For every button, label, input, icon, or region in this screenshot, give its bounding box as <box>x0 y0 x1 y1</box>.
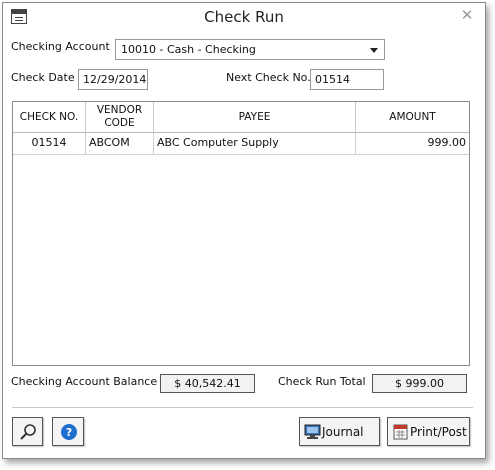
checks-table: CHECK NO. VENDOR CODE PAYEE AMOUNT 01514… <box>12 101 470 366</box>
cell-payee[interactable]: ABC Computer Supply <box>154 133 356 155</box>
checking-account-label: Checking Account <box>11 40 110 53</box>
check-run-window: Check Run ✕ Checking Account 10010 - Cas… <box>2 2 486 459</box>
calendar-icon <box>393 424 408 440</box>
cell-check-no[interactable]: 01514 <box>13 133 86 155</box>
column-header-amount[interactable]: AMOUNT <box>356 102 469 133</box>
help-icon: ? <box>61 424 77 440</box>
next-check-label: Next Check No. <box>226 71 311 84</box>
check-date-field[interactable]: 12/29/2014 <box>78 69 148 90</box>
title-bar: Check Run ✕ <box>3 3 485 31</box>
column-header-payee[interactable]: PAYEE <box>154 102 356 133</box>
divider <box>12 407 473 408</box>
balance-value: $ 40,542.41 <box>160 374 255 393</box>
help-button[interactable]: ? <box>52 417 84 446</box>
close-icon[interactable]: ✕ <box>459 7 475 23</box>
next-check-field[interactable]: 01514 <box>310 69 384 90</box>
column-header-check-no[interactable]: CHECK NO. <box>13 102 86 133</box>
print-post-button[interactable]: Print/Post <box>387 417 470 446</box>
check-run-total-label: Check Run Total <box>278 375 366 388</box>
cell-amount[interactable]: 999.00 <box>356 133 469 155</box>
print-post-label: Print/Post <box>410 425 467 439</box>
journal-button[interactable]: Journal <box>299 417 380 446</box>
journal-label: Journal <box>322 425 364 439</box>
chevron-down-icon[interactable] <box>370 48 378 53</box>
balance-label: Checking Account Balance <box>11 375 158 388</box>
svg-text:?: ? <box>66 426 72 439</box>
check-date-label: Check Date <box>11 71 75 84</box>
check-run-total-value: $ 999.00 <box>372 374 467 393</box>
window-title: Check Run <box>204 8 284 26</box>
checking-account-select[interactable]: 10010 - Cash - Checking <box>115 39 385 60</box>
cell-vendor-code[interactable]: ABCOM <box>86 133 154 155</box>
search-icon <box>20 424 36 440</box>
search-button[interactable] <box>12 417 43 446</box>
checking-account-value: 10010 - Cash - Checking <box>121 43 256 56</box>
monitor-icon <box>304 424 321 439</box>
column-header-vendor-code[interactable]: VENDOR CODE <box>86 102 154 133</box>
